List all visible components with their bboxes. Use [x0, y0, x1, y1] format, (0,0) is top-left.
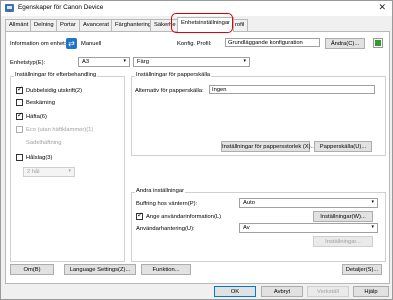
- user-info-checkbox[interactable]: [136, 211, 143, 220]
- eco-staple-checkbox[interactable]: [16, 126, 23, 133]
- buffer-select[interactable]: Auto ▾: [239, 198, 378, 208]
- ok-button[interactable]: OK: [214, 286, 256, 297]
- chevron-down-icon: ▾: [243, 58, 246, 64]
- saddle-stitch-label: Sadelhäftning: [26, 140, 62, 146]
- tab-ports[interactable]: Portar: [56, 19, 80, 31]
- punch-checkbox[interactable]: [16, 154, 23, 161]
- printer-app-icon: [5, 4, 14, 12]
- cancel-button[interactable]: Avbryt: [261, 286, 303, 297]
- other-settings-title: Andra inställningar: [135, 188, 186, 194]
- refresh-icon[interactable]: ⇄: [66, 38, 77, 49]
- user-info-label: Ange användarinformation(L): [146, 214, 222, 220]
- tab-advanced[interactable]: Avancerat: [79, 19, 113, 31]
- window-title: Egenskaper för Canon Device: [18, 4, 104, 11]
- device-settings-panel: Information om enhet: ⇄ Manuell Konfig. …: [5, 31, 390, 284]
- tab-general[interactable]: Allmänt: [5, 19, 33, 31]
- punch-label: Hålslag(3): [26, 155, 53, 161]
- tab-color-management[interactable]: Färghantering: [111, 19, 156, 31]
- close-icon[interactable]: ✕: [378, 2, 386, 13]
- paper-source-alt-label: Alternativ för papperskälla:: [135, 88, 204, 94]
- chevron-down-icon: ▾: [371, 199, 374, 205]
- apply-button[interactable]: Verkställ: [307, 286, 349, 297]
- details-button[interactable]: Detaljer(S)...: [342, 264, 382, 275]
- chevron-down-icon: ▾: [371, 224, 374, 230]
- profile-status-icon[interactable]: [373, 38, 383, 48]
- paper-source-button[interactable]: Papperskälla(U)...: [314, 141, 372, 152]
- buffer-label: Buffring hos väntern(P):: [136, 201, 198, 207]
- device-type-select[interactable]: A3 ▾: [78, 57, 130, 67]
- color-select[interactable]: Färg ▾: [133, 57, 250, 67]
- eco-staple-label: Eco (utan häftklammer)(1): [26, 127, 94, 133]
- properties-window: Egenskaper för Canon Device ✕ Allmänt De…: [0, 0, 393, 300]
- language-settings-button[interactable]: Language Settings(Z)...: [64, 264, 136, 275]
- staple-checkbox[interactable]: [16, 111, 23, 120]
- config-profile-field: Grundläggande konfiguration: [225, 38, 320, 47]
- mode-value: Manuell: [81, 41, 102, 47]
- function-button[interactable]: Funktion...: [141, 264, 191, 275]
- trimming-label: Beskärning: [26, 100, 56, 106]
- punch-holes-select[interactable]: 2 hål ▾: [23, 167, 75, 177]
- staple-label: Häfta(6): [26, 114, 47, 120]
- buffer-value: Auto: [243, 200, 255, 206]
- tab-sharing[interactable]: Delning: [30, 19, 58, 31]
- device-type-value: A3: [82, 59, 90, 65]
- finishing-title: Inställningar för efterbehandling: [14, 72, 98, 78]
- paper-size-settings-button[interactable]: Inställningar för pappersstorlek (X)...: [221, 141, 315, 152]
- chevron-down-icon: ▾: [68, 168, 71, 174]
- user-management-select[interactable]: Av ▾: [239, 223, 378, 233]
- tab-highlight-annotation: [171, 13, 233, 33]
- duplex-checkbox[interactable]: [16, 85, 23, 94]
- paper-source-title: Inställningar för papperskälla: [135, 72, 212, 78]
- change-profile-button[interactable]: Ändra(C)...: [325, 38, 365, 49]
- user-management-value: Av: [243, 225, 250, 231]
- trimming-checkbox[interactable]: [16, 99, 23, 106]
- device-type-label: Enhetstyp(E):: [10, 60, 46, 66]
- help-button[interactable]: Hjälp: [353, 286, 389, 297]
- config-profile-label: Konfig. Profil:: [177, 41, 212, 47]
- paper-source-alt-field: Ingen: [209, 85, 375, 94]
- device-info-label: Information om enhet:: [10, 41, 67, 47]
- color-value: Färg: [137, 59, 149, 65]
- punch-holes-value: 2 hål: [27, 169, 40, 175]
- user-info-settings-button[interactable]: Inställningar(W)...: [313, 211, 373, 222]
- user-management-label: Användarhantering(U):: [136, 226, 195, 232]
- chevron-down-icon: ▾: [123, 58, 126, 64]
- about-button[interactable]: Om(B): [10, 264, 54, 275]
- user-management-settings-button[interactable]: Inställningar...: [313, 236, 373, 247]
- duplex-label: Dubbelsidig utskrift(2): [26, 88, 83, 94]
